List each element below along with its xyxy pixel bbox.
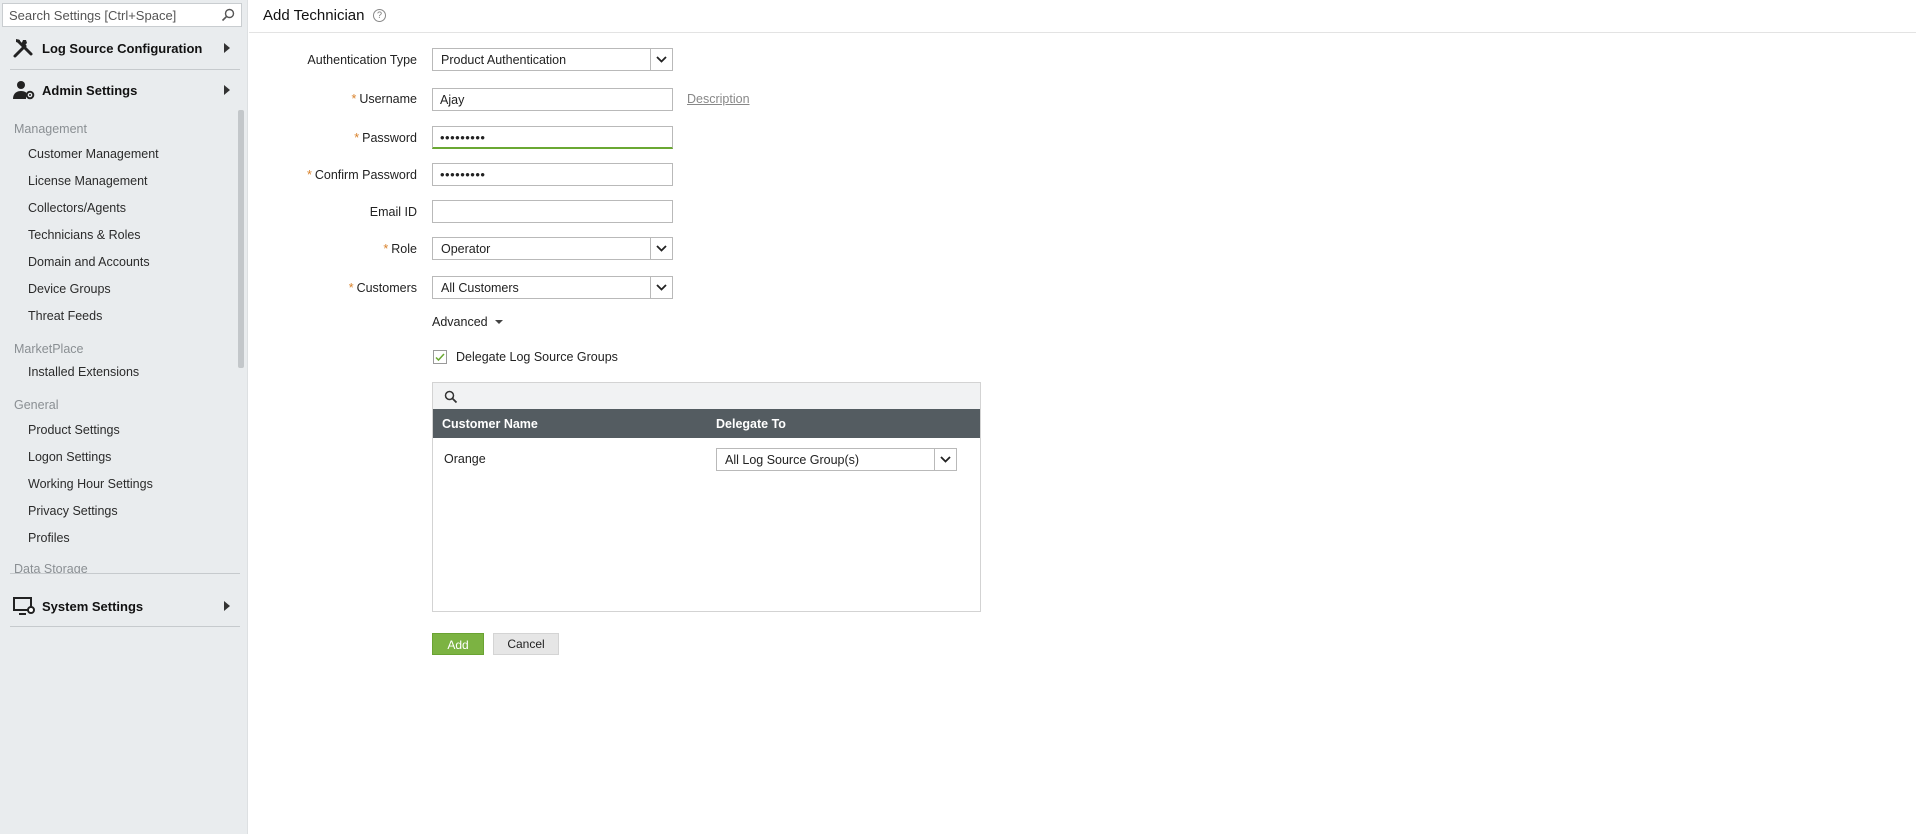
settings-search-input[interactable]	[9, 6, 209, 24]
username-label: * Username	[351, 92, 417, 106]
settings-sidebar: Log Source Configuration Admin Settings …	[0, 0, 248, 834]
dropdown-button[interactable]	[650, 49, 672, 70]
section-log-source-configuration[interactable]: Log Source Configuration	[0, 28, 242, 68]
role-label-text: Role	[391, 242, 417, 256]
sidebar-item-customer-management[interactable]: Customer Management	[28, 147, 159, 161]
user-gear-icon	[13, 81, 35, 100]
sidebar-item-privacy-settings[interactable]: Privacy Settings	[28, 504, 118, 518]
divider	[10, 626, 240, 627]
confirm-password-field[interactable]: •••••••••	[432, 163, 673, 186]
group-general-title: General	[14, 398, 59, 412]
role-label: * Role	[383, 242, 417, 256]
group-data-storage-clip: Data Storage	[14, 560, 238, 573]
description-link[interactable]: Description	[687, 92, 750, 106]
delegate-checkbox[interactable]	[433, 350, 447, 364]
username-label-text: Username	[359, 92, 417, 106]
required-mark: *	[354, 131, 360, 145]
required-mark: *	[307, 168, 312, 182]
required-mark: *	[351, 92, 357, 106]
required-mark: *	[348, 281, 354, 295]
sidebar-item-technicians-roles[interactable]: Technicians & Roles	[28, 228, 141, 242]
sidebar-item-device-groups[interactable]: Device Groups	[28, 282, 111, 296]
dropdown-button[interactable]	[934, 449, 956, 470]
section-label: System Settings	[42, 598, 144, 614]
sidebar-scrollbar-thumb[interactable]	[238, 110, 244, 368]
column-header-customer-name[interactable]: Customer Name	[442, 417, 538, 431]
group-management-title: Management	[14, 122, 87, 136]
section-system-settings[interactable]: System Settings	[0, 586, 242, 626]
sidebar-item-threat-feeds[interactable]: Threat Feeds	[28, 309, 102, 323]
dropdown-button[interactable]	[650, 238, 672, 259]
chevron-right-icon	[224, 601, 230, 611]
sidebar-item-logon-settings[interactable]: Logon Settings	[28, 450, 111, 464]
sidebar-item-collectors-agents[interactable]: Collectors/Agents	[28, 201, 126, 215]
username-value: Ajay	[440, 93, 465, 107]
help-icon[interactable]: ?	[373, 9, 386, 22]
sidebar-item-profiles[interactable]: Profiles	[28, 531, 70, 545]
password-label: * Password	[354, 131, 417, 145]
checkmark-icon	[435, 353, 445, 362]
confirm-password-label-text: Confirm Password	[314, 168, 417, 182]
table-search-bar[interactable]	[433, 383, 980, 409]
sidebar-item-installed-extensions[interactable]: Installed Extensions	[28, 365, 139, 379]
cancel-button[interactable]: Cancel	[493, 633, 559, 655]
group-marketplace-title: MarketPlace	[14, 342, 84, 356]
sidebar-item-license-management[interactable]: License Management	[28, 174, 148, 188]
section-label: Admin Settings	[42, 82, 138, 98]
divider	[10, 573, 240, 574]
chevron-down-icon	[656, 56, 667, 63]
customers-select[interactable]: All Customers	[432, 276, 673, 299]
customers-label: * Customers	[349, 281, 417, 295]
confirm-password-value: •••••••••	[440, 167, 486, 182]
delegate-label: Delegate Log Source Groups	[456, 350, 618, 364]
add-button[interactable]: Add	[432, 633, 484, 655]
auth-type-label: Authentication Type	[307, 53, 417, 67]
table-header: Customer Name Delegate To	[433, 409, 980, 438]
advanced-label: Advanced	[432, 315, 488, 329]
password-value: •••••••••	[440, 130, 486, 145]
role-value: Operator	[441, 242, 491, 256]
customers-value: All Customers	[441, 281, 519, 295]
auth-type-value: Product Authentication	[441, 53, 567, 67]
auth-type-select[interactable]: Product Authentication	[432, 48, 673, 71]
username-field[interactable]: Ajay	[432, 88, 673, 111]
email-label: Email ID	[369, 205, 417, 219]
chevron-right-icon	[224, 85, 230, 95]
confirm-password-label: * Confirm Password	[307, 168, 417, 182]
advanced-toggle[interactable]: Advanced	[432, 315, 503, 329]
title-divider	[249, 32, 1916, 33]
email-field[interactable]	[432, 200, 673, 223]
settings-search-box	[2, 3, 242, 27]
group-data-storage-title: Data Storage	[14, 562, 88, 573]
required-mark: *	[383, 242, 389, 256]
chevron-down-icon	[940, 456, 951, 463]
password-field[interactable]: •••••••••	[432, 126, 673, 149]
customer-name-cell: Orange	[444, 452, 486, 466]
caret-down-icon	[494, 320, 503, 324]
role-select[interactable]: Operator	[432, 237, 673, 260]
sidebar-item-working-hour-settings[interactable]: Working Hour Settings	[28, 477, 153, 491]
chevron-right-icon	[224, 43, 230, 53]
column-header-delegate-to[interactable]: Delegate To	[716, 417, 786, 431]
password-label-text: Password	[362, 131, 417, 145]
dropdown-button[interactable]	[650, 277, 672, 298]
section-label: Log Source Configuration	[42, 40, 203, 56]
monitor-gear-icon	[13, 597, 35, 615]
search-icon[interactable]	[221, 8, 235, 22]
chevron-down-icon	[656, 245, 667, 252]
search-icon[interactable]	[444, 390, 458, 404]
delegate-to-select[interactable]: All Log Source Group(s)	[716, 448, 957, 471]
sidebar-item-domain-accounts[interactable]: Domain and Accounts	[28, 255, 150, 269]
page-title: Add Technician	[263, 7, 365, 24]
delegation-table: Customer Name Delegate To Orange All Log…	[432, 382, 981, 612]
delegate-to-value: All Log Source Group(s)	[725, 453, 860, 467]
chevron-down-icon	[656, 284, 667, 291]
sidebar-item-product-settings[interactable]: Product Settings	[28, 423, 120, 437]
section-admin-settings[interactable]: Admin Settings	[0, 70, 242, 110]
tools-icon	[13, 39, 33, 58]
customers-label-text: Customers	[356, 281, 417, 295]
